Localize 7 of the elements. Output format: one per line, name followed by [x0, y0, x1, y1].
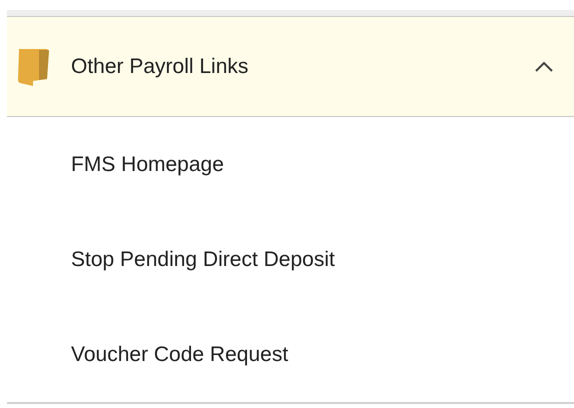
chevron-up-icon [534, 60, 554, 72]
menu-link[interactable]: Voucher Code Request [7, 307, 574, 402]
folder-icon [17, 46, 51, 86]
section-title: Other Payroll Links [71, 54, 250, 78]
menu-link[interactable]: Stop Pending Direct Deposit [7, 212, 574, 307]
menu-link[interactable]: FMS Homepage [7, 117, 574, 212]
section-header[interactable]: Other Payroll Links [7, 17, 574, 117]
